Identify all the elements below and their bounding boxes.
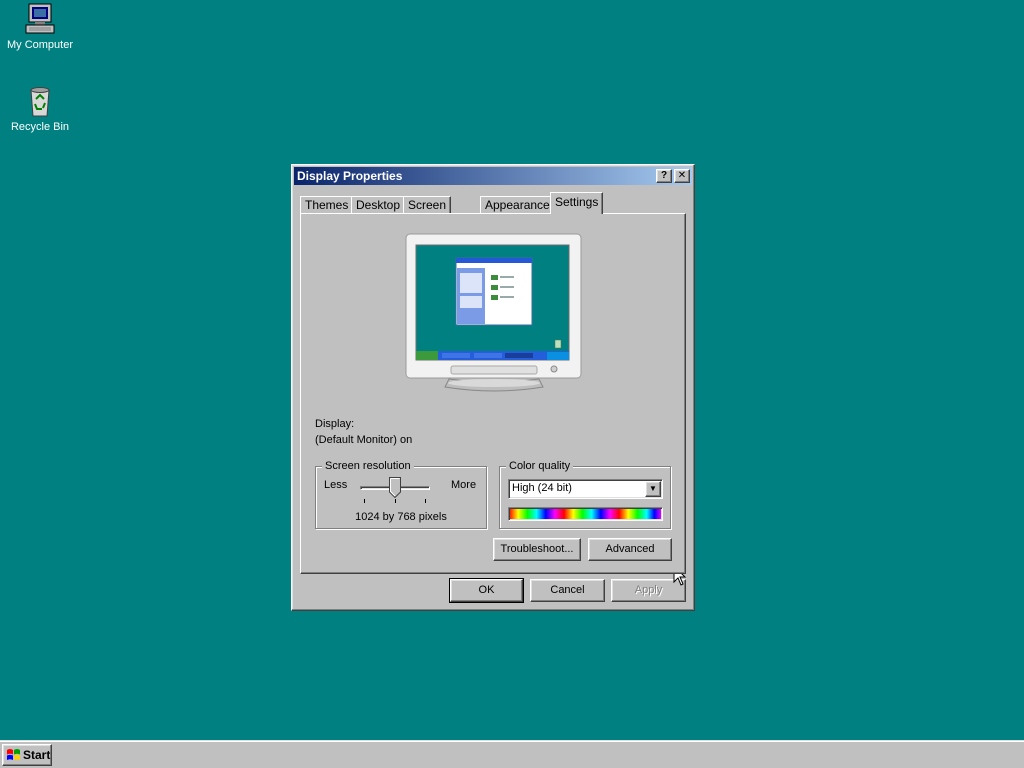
tab-label: Desktop <box>356 198 401 212</box>
monitor-preview <box>405 233 582 392</box>
desktop-icon-my-computer[interactable]: My Computer <box>2 2 78 51</box>
dialog-title: Display Properties <box>297 169 403 183</box>
color-spectrum-bar <box>508 507 663 521</box>
close-button[interactable]: ✕ <box>674 169 690 183</box>
color-quality-title: Color quality <box>506 460 574 472</box>
troubleshoot-button[interactable]: Troubleshoot... <box>493 538 581 561</box>
slider-tick <box>425 499 426 503</box>
troubleshoot-label: Troubleshoot... <box>500 543 574 555</box>
taskbar: Start <box>0 740 1024 768</box>
help-icon: ? <box>660 170 668 181</box>
less-label: Less <box>324 479 348 491</box>
display-label: Display: <box>315 418 355 430</box>
tab-desktop[interactable]: Desktop <box>351 196 406 214</box>
help-button[interactable]: ? <box>656 169 672 183</box>
apply-label: Apply <box>634 584 663 596</box>
windows-logo-icon <box>7 749 20 760</box>
screen-resolution-title: Screen resolution <box>322 460 414 472</box>
dialog-titlebar[interactable]: Display Properties ? ✕ <box>294 167 692 185</box>
desktop-icon-recycle-bin[interactable]: Recycle Bin <box>2 84 78 133</box>
color-quality-group: Color quality High (24 bit) ▼ <box>499 460 671 529</box>
start-label: Start <box>23 748 51 762</box>
more-label: More <box>451 479 477 491</box>
tab-appearance[interactable]: Appearance <box>480 196 555 214</box>
tab-label: Themes <box>305 198 349 212</box>
tab-label: Settings <box>555 195 599 209</box>
tab-settings[interactable]: Settings <box>550 192 604 214</box>
advanced-button[interactable]: Advanced <box>588 538 672 561</box>
ok-label: OK <box>478 584 495 596</box>
resolution-slider[interactable] <box>360 477 430 503</box>
tab-label: Appearance <box>485 198 550 212</box>
slider-thumb[interactable] <box>389 477 401 498</box>
color-quality-select[interactable]: High (24 bit) ▼ <box>508 479 663 499</box>
slider-tick <box>395 499 396 503</box>
close-icon: ✕ <box>677 170 687 181</box>
desktop-icon-label: Recycle Bin <box>10 121 70 133</box>
slider-tick <box>364 499 365 503</box>
advanced-label: Advanced <box>605 543 655 555</box>
cancel-button[interactable]: Cancel <box>530 579 605 602</box>
chevron-down-icon[interactable]: ▼ <box>645 481 661 497</box>
start-button[interactable]: Start <box>2 744 52 766</box>
cancel-label: Cancel <box>550 584 585 596</box>
color-quality-value: High (24 bit) <box>512 482 572 494</box>
display-properties-dialog: Display Properties ? ✕ Themes Desktop Sc… <box>291 164 695 611</box>
recycle-bin-icon <box>30 87 50 117</box>
settings-panel: Display: (Default Monitor) on Screen res… <box>300 213 686 574</box>
computer-icon <box>25 3 55 34</box>
desktop-icon-label: My Computer <box>6 39 74 51</box>
screen-resolution-group: Screen resolution Less More 1024 by 768 … <box>315 460 487 529</box>
tab-screen-saver[interactable]: Screen Saver <box>403 196 452 228</box>
ok-button[interactable]: OK <box>449 578 524 603</box>
tab-themes[interactable]: Themes <box>300 196 354 214</box>
display-value: (Default Monitor) on <box>315 434 413 446</box>
resolution-value: 1024 by 768 pixels <box>355 511 447 523</box>
